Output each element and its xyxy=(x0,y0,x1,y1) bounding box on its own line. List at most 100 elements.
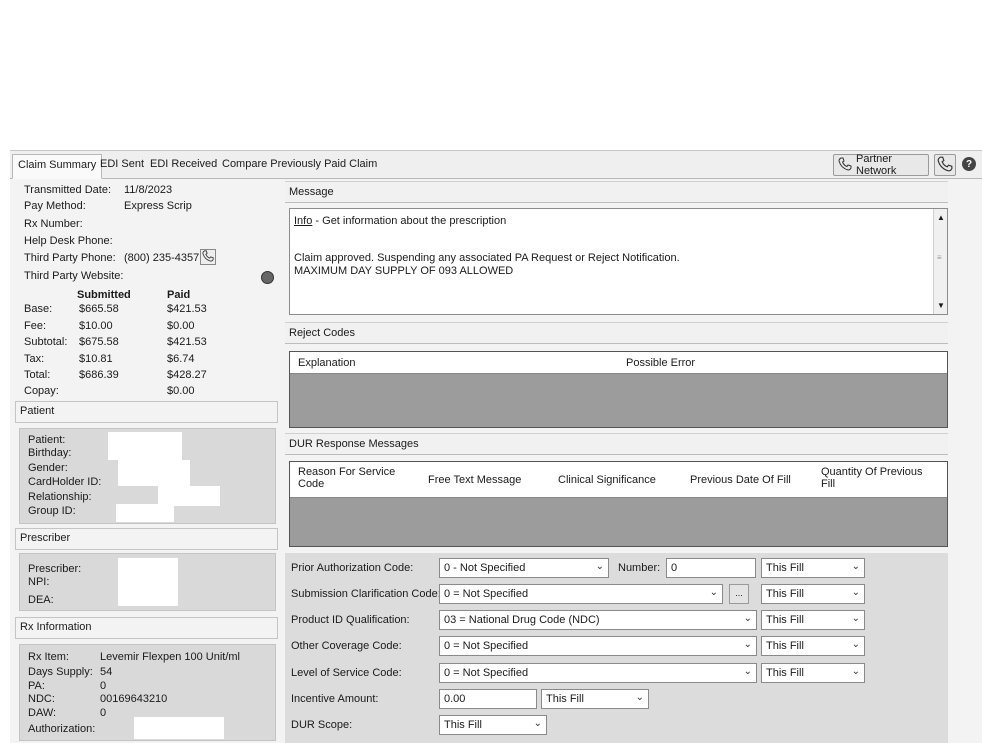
ndc-value: 00169643210 xyxy=(100,693,168,705)
patient-section-title: Patient xyxy=(15,401,278,423)
call-button[interactable] xyxy=(934,154,956,176)
incentive-input[interactable]: 0.00 xyxy=(439,689,537,709)
chevron-down-icon: ⌄ xyxy=(851,613,860,624)
partner-network-label: Partner Network xyxy=(856,153,897,177)
other-coverage-label: Other Coverage Code: xyxy=(291,640,402,652)
level-of-service-select[interactable]: 0 = Not Specified ⌄ xyxy=(439,663,757,683)
gender-label: Gender: xyxy=(28,462,68,474)
scroll-down-icon[interactable]: ▼ xyxy=(937,301,945,310)
message-box[interactable]: Info - Get information about the prescri… xyxy=(289,208,948,315)
third-party-phone-label: Third Party Phone: xyxy=(24,252,116,264)
product-id-select[interactable]: 03 = National Drug Code (NDC) ⌄ xyxy=(439,610,757,630)
cardholder-id-label: CardHolder ID: xyxy=(28,476,102,488)
scroll-grip-icon: ≡ xyxy=(937,253,942,262)
redaction-block xyxy=(118,558,178,606)
dur-grid: Reason For Service Code Free Text Messag… xyxy=(289,461,948,547)
dur-scope-select[interactable]: This Fill ⌄ xyxy=(439,715,547,735)
col-quantity-previous[interactable]: Quantity Of Previous Fill xyxy=(821,466,931,490)
col-explanation[interactable]: Explanation xyxy=(298,357,356,369)
phone-icon xyxy=(937,156,953,175)
claim-form: Prior Authorization Code: 0 - Not Specif… xyxy=(285,553,948,743)
reject-codes-grid: Explanation Possible Error xyxy=(289,351,948,428)
tax-label: Tax: xyxy=(24,353,45,365)
dur-title: DUR Response Messages xyxy=(285,433,948,455)
dea-label: DEA: xyxy=(28,594,54,606)
chevron-down-icon: ⌄ xyxy=(635,692,644,703)
prior-auth-select[interactable]: 0 - Not Specified ⌄ xyxy=(439,558,609,578)
tax-submitted: $10.81 xyxy=(79,353,113,365)
col-clinical-significance[interactable]: Clinical Significance xyxy=(558,474,656,486)
help-desk-label: Help Desk Phone: xyxy=(24,235,113,247)
tab-edi-received[interactable]: EDI Received xyxy=(150,158,217,170)
birthday-label: Birthday: xyxy=(28,447,72,459)
copay-label: Copay: xyxy=(24,385,59,397)
col-possible-error[interactable]: Possible Error xyxy=(626,357,695,369)
dur-scope-label: DUR Scope: xyxy=(291,719,353,731)
chevron-down-icon: ⌄ xyxy=(851,587,860,598)
phone-icon xyxy=(202,249,214,265)
redaction-block xyxy=(158,486,220,506)
chevron-down-icon: ⌄ xyxy=(743,639,752,650)
npi-label: NPI: xyxy=(28,576,50,588)
info-link[interactable]: Info xyxy=(294,215,312,227)
message-scrollbar[interactable]: ▲ ≡ ▼ xyxy=(933,209,947,314)
tab-compare-previously-paid[interactable]: Compare Previously Paid Claim xyxy=(222,158,377,170)
fee-label: Fee: xyxy=(24,320,47,332)
tab-edi-sent[interactable]: EDI Sent xyxy=(100,158,144,170)
prior-auth-scope-select[interactable]: This Fill ⌄ xyxy=(761,558,865,578)
level-of-service-scope-select[interactable]: This Fill ⌄ xyxy=(761,663,865,683)
pa-label: PA: xyxy=(28,680,45,692)
submitted-header: Submitted xyxy=(77,289,131,301)
ndc-label: NDC: xyxy=(28,693,55,705)
base-label: Base: xyxy=(24,303,53,315)
other-coverage-select[interactable]: 0 = Not Specified ⌄ xyxy=(439,636,757,656)
daw-value: 0 xyxy=(100,707,107,719)
days-supply-label: Days Supply: xyxy=(28,666,93,678)
incentive-scope-select[interactable]: This Fill ⌄ xyxy=(541,689,649,709)
third-party-phone-value: (800) 235-4357 xyxy=(124,252,200,264)
tab-claim-summary[interactable]: Claim Summary xyxy=(12,154,103,179)
number-input[interactable]: 0 xyxy=(666,558,756,578)
scroll-up-icon[interactable]: ▲ xyxy=(937,213,945,222)
rx-info-section: Rx Item: Levemir Flexpen 100 Unit/ml Day… xyxy=(19,644,276,741)
product-id-label: Product ID Qualification: xyxy=(291,614,410,626)
claim-window: Claim Summary EDI Sent EDI Received Comp… xyxy=(10,150,982,743)
col-free-text[interactable]: Free Text Message xyxy=(428,474,521,486)
chevron-down-icon: ⌄ xyxy=(851,666,860,677)
chevron-down-icon: ⌄ xyxy=(851,639,860,650)
authorization-label: Authorization: xyxy=(28,723,96,735)
product-id-scope-select[interactable]: This Fill ⌄ xyxy=(761,610,865,630)
submission-scope-select[interactable]: This Fill ⌄ xyxy=(761,584,865,604)
dial-phone-button[interactable] xyxy=(200,249,216,265)
prior-auth-label: Prior Authorization Code: xyxy=(291,562,414,574)
fee-paid: $0.00 xyxy=(167,320,195,332)
total-label: Total: xyxy=(24,369,51,381)
submission-more-button[interactable]: ... xyxy=(729,584,749,604)
message-title: Message xyxy=(285,181,948,203)
incentive-label: Incentive Amount: xyxy=(291,693,379,705)
other-coverage-scope-select[interactable]: This Fill ⌄ xyxy=(761,636,865,656)
redaction-block xyxy=(134,717,224,739)
message-info-line: Info - Get information about the prescri… xyxy=(294,215,506,227)
redaction-block xyxy=(108,432,182,460)
submission-label: Submission Clarification Code: xyxy=(291,588,441,600)
redaction-block xyxy=(116,504,174,522)
message-line-2: MAXIMUM DAY SUPPLY OF 093 ALLOWED xyxy=(294,265,514,277)
col-previous-date[interactable]: Previous Date Of Fill xyxy=(690,474,791,486)
reject-codes-header: Explanation Possible Error xyxy=(290,352,947,374)
daw-label: DAW: xyxy=(28,707,57,719)
level-of-service-label: Level of Service Code: xyxy=(291,667,402,679)
partner-network-button[interactable]: Partner Network xyxy=(833,153,929,177)
dur-header: Reason For Service Code Free Text Messag… xyxy=(290,462,947,498)
days-supply-value: 54 xyxy=(100,666,113,678)
total-submitted: $686.39 xyxy=(79,369,119,381)
subtotal-submitted: $675.58 xyxy=(79,336,119,348)
chevron-down-icon: ⌄ xyxy=(851,561,860,572)
rx-item-value: Levemir Flexpen 100 Unit/ml xyxy=(100,651,241,663)
rx-info-section-title: Rx Information xyxy=(15,617,278,639)
col-reason-for-service[interactable]: Reason For Service Code xyxy=(298,466,408,490)
submission-select[interactable]: 0 = Not Specified ⌄ xyxy=(439,584,723,604)
help-icon[interactable]: ? xyxy=(962,157,976,171)
pay-method-label: Pay Method: xyxy=(24,200,86,212)
globe-icon[interactable] xyxy=(261,271,274,284)
